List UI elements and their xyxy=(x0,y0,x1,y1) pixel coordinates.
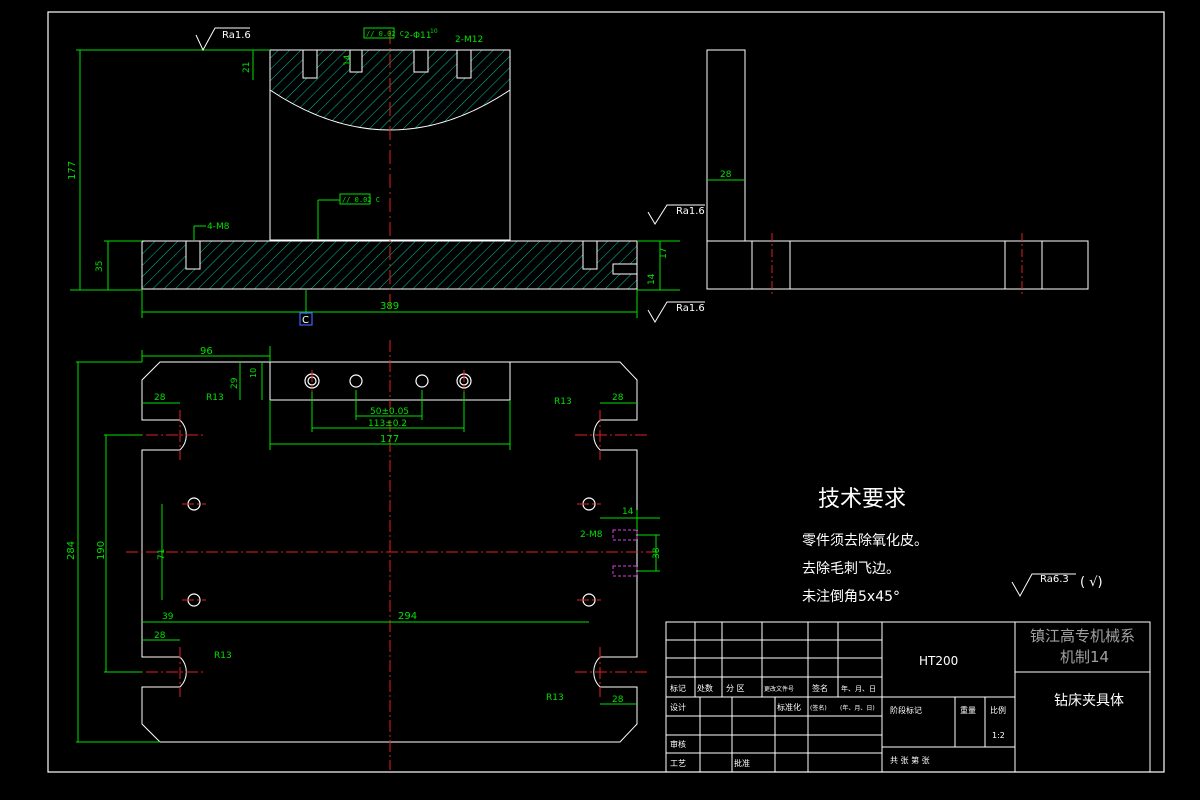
datum-label: C xyxy=(302,315,309,326)
dim-28-d: 28 xyxy=(612,695,624,705)
dim-113: 113±0.2 xyxy=(368,419,407,429)
roughness-top: Ra1.6 xyxy=(222,30,251,41)
dim-29: 29 xyxy=(230,377,240,389)
dim-14-top: 14 xyxy=(343,54,353,66)
radius-13-c: R13 xyxy=(214,651,232,661)
h-sign2: (签名) xyxy=(810,704,827,712)
dim-35: 35 xyxy=(95,261,105,272)
dim-39: 39 xyxy=(162,612,174,622)
h-sign: 签名 xyxy=(812,683,828,693)
dim-284: 284 xyxy=(66,541,77,560)
scale-value: 1:2 xyxy=(992,731,1005,740)
tech-req-line1: 零件须去除氧化皮。 xyxy=(802,533,928,549)
side-base xyxy=(706,240,1089,290)
dim-190: 190 xyxy=(96,541,107,560)
material: HT200 xyxy=(919,654,958,668)
h-stage: 阶段标记 xyxy=(890,705,922,715)
h-approve: 批准 xyxy=(734,758,750,768)
dim-28-a: 28 xyxy=(154,393,166,403)
base-thread-left xyxy=(185,240,201,270)
class-name: 机制14 xyxy=(1060,648,1109,666)
radius-13-d: R13 xyxy=(546,693,564,703)
h-doc: 更改文件号 xyxy=(764,685,794,693)
dim-28-b: 28 xyxy=(612,393,624,403)
callout-2-d11: 2-Φ11 xyxy=(404,31,432,41)
dim-294: 294 xyxy=(398,611,417,622)
side-view xyxy=(706,49,1089,290)
hole-small-b xyxy=(413,49,429,73)
dim-71: 71 xyxy=(157,549,167,560)
callout-2-m12: 2-M12 xyxy=(455,35,483,45)
hole-d11-left xyxy=(302,49,318,79)
h-std: 标准化 xyxy=(777,702,801,712)
dim-177-top: 177 xyxy=(380,434,399,445)
flatness-mid: // 0.02 C xyxy=(342,196,380,204)
h-scale: 比例 xyxy=(990,705,1006,715)
dim-96: 96 xyxy=(200,346,213,357)
dim-10: 10 xyxy=(249,368,258,378)
h-zone: 分 区 xyxy=(726,684,745,693)
part-name: 钻床夹具体 xyxy=(1054,693,1124,709)
h-design: 设计 xyxy=(670,702,686,712)
h-mark: 标记 xyxy=(670,683,686,693)
roughness-right-top: Ra1.6 xyxy=(676,206,705,217)
callout-2-m8: 2-M8 xyxy=(580,530,603,540)
h-sheets: 共 张 第 张 xyxy=(890,755,930,765)
h-date2: (年、月、日) xyxy=(840,704,875,712)
tech-req-line2: 去除毛刺飞边。 xyxy=(802,561,900,577)
h-date: 年、月、日 xyxy=(841,684,876,693)
dim-14-right: 14 xyxy=(622,507,634,517)
drawing-canvas: Ra1.6 Ra1.6 Ra1.6 Ra6.3 ( √) C // 0.02 C… xyxy=(47,11,1165,773)
flatness-top: // 0.02 C xyxy=(366,30,404,38)
radius-13-b: R13 xyxy=(554,397,572,407)
tech-req-line3: 未注倒角5x45° xyxy=(802,589,900,605)
dim-28-c: 28 xyxy=(154,631,166,641)
h-process: 工艺 xyxy=(670,759,686,768)
radius-13-a: R13 xyxy=(206,393,224,403)
top-dimensions xyxy=(76,346,660,743)
school-name: 镇江高专机械系 xyxy=(1030,627,1135,645)
h-weight: 重量 xyxy=(960,705,976,715)
tech-req-title: 技术要求 xyxy=(818,487,906,512)
dim-389: 389 xyxy=(380,301,399,312)
roughness-general: Ra6.3 xyxy=(1040,574,1069,585)
hole-m12-right xyxy=(456,49,472,79)
dim-50: 50±0.05 xyxy=(370,407,409,417)
side-upright xyxy=(706,49,746,242)
base-thread-right xyxy=(582,240,598,270)
dim-38: 38 xyxy=(652,547,662,559)
dim-177: 177 xyxy=(67,161,78,180)
side-thread-hole xyxy=(612,263,638,275)
roughness-right-bottom: Ra1.6 xyxy=(676,303,705,314)
h-review: 审核 xyxy=(670,739,686,749)
dim-21: 21 xyxy=(242,62,252,73)
h-count: 处数 xyxy=(697,683,713,693)
dim-17: 17 xyxy=(659,248,669,259)
roughness-other-mark: ( √) xyxy=(1080,575,1103,590)
top-center-lines xyxy=(126,340,660,770)
dim-14-side: 14 xyxy=(647,273,657,285)
callout-10-top: 10 xyxy=(430,28,438,35)
hidden-threads xyxy=(612,529,638,577)
callout-4-m8: 4-M8 xyxy=(207,222,230,232)
dim-28-side: 28 xyxy=(720,170,732,180)
